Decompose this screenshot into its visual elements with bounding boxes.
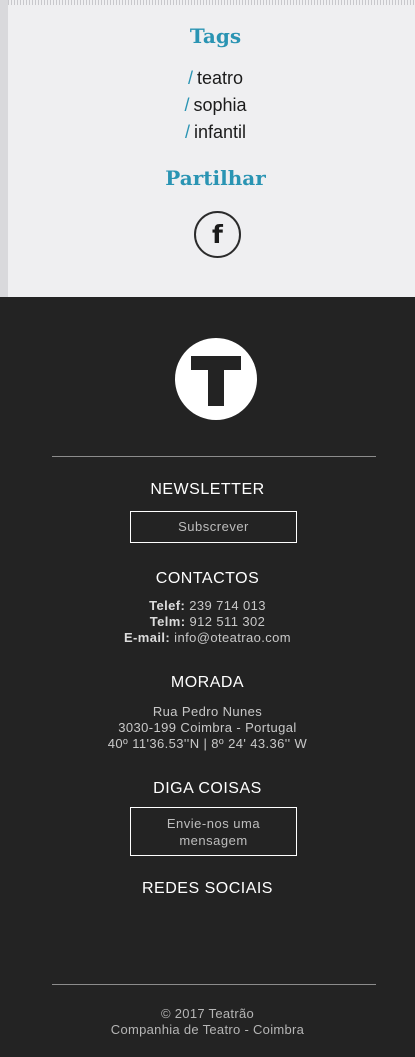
tag-label: sophia (193, 95, 247, 115)
tag-link-infantil[interactable]: / infantil (8, 119, 415, 146)
top-divider (8, 0, 415, 5)
tag-link-teatro[interactable]: / teatro (8, 65, 415, 92)
contacts-info: Telef: 239 714 013 Telm: 912 511 302 E-m… (0, 598, 415, 646)
send-message-label-1: Envie-nos uma (166, 816, 261, 831)
tags-heading: Tags (189, 24, 242, 48)
footer-divider-bottom (52, 984, 376, 985)
tag-label: infantil (193, 122, 247, 142)
newsletter-heading: NEWSLETTER (150, 481, 265, 498)
tag-list: / teatro / sophia / infantil (8, 65, 415, 146)
contact-form-heading: DIGA COISAS (153, 780, 262, 797)
teatrao-logo-icon[interactable] (175, 338, 257, 420)
email-label: E-mail: (123, 630, 171, 645)
footer-divider-top (52, 456, 376, 457)
copyright-line-2: Companhia de Teatro - Coimbra (110, 1022, 305, 1037)
page: Tags / teatro / sophia / infantil Partilhar… (0, 0, 415, 1057)
mobile-number[interactable]: 912 511 302 (190, 614, 266, 629)
mobile-label: Telm: (149, 614, 186, 629)
copyright: © 2017 Teatrão Companhia de Teatro - Coi… (0, 1006, 415, 1038)
send-message-label-2: mensagem (179, 833, 248, 848)
send-message-button[interactable]: Envie-nos uma mensagem (130, 807, 297, 856)
address-street: Rua Pedro Nunes (152, 704, 263, 719)
facebook-icon: f (212, 220, 223, 249)
address-info: Rua Pedro Nunes 3030-199 Coimbra - Portu… (0, 704, 415, 752)
copyright-line-1: © 2017 Teatrão (160, 1006, 255, 1021)
address-city: 3030-199 Coimbra - Portugal (118, 720, 297, 735)
tag-separator: / (184, 122, 190, 142)
share-heading: Partilhar (165, 166, 266, 190)
phone-line: Telef: 239 714 013 (0, 598, 415, 614)
address-heading: MORADA (170, 674, 245, 691)
contacts-heading: CONTACTOS (155, 570, 260, 587)
email-line: E-mail: info@oteatrao.com (0, 630, 415, 646)
email-link[interactable]: info@oteatrao.com (174, 630, 291, 645)
tags-share-section: Tags / teatro / sophia / infantil Partilhar… (0, 0, 415, 297)
tag-separator: / (184, 95, 190, 115)
phone-label: Telef: (149, 598, 186, 613)
subscribe-button[interactable]: Subscrever (130, 511, 297, 543)
tag-separator: / (187, 68, 193, 88)
logo-t-stem (208, 356, 224, 406)
tag-link-sophia[interactable]: / sophia (8, 92, 415, 119)
mobile-line: Telm: 912 511 302 (0, 614, 415, 630)
phone-number[interactable]: 239 714 013 (189, 598, 266, 613)
facebook-share-button[interactable]: f (194, 211, 241, 258)
address-coordinates: 40º 11'36.53''N | 8º 24' 43.36'' W (107, 736, 308, 751)
tag-label: teatro (196, 68, 244, 88)
social-heading: REDES SOCIAIS (142, 880, 273, 897)
